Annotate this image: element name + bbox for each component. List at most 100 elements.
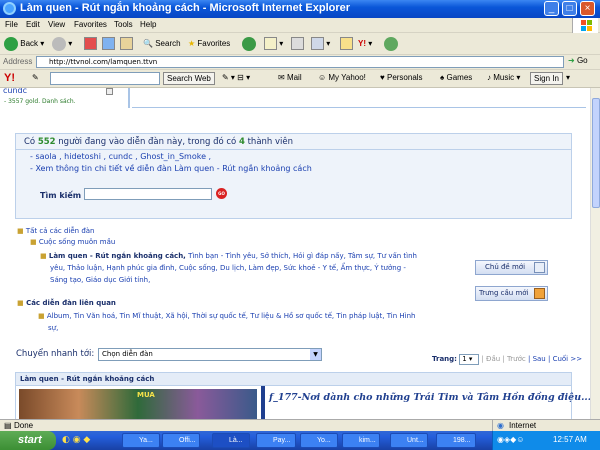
favorites-button[interactable]: ★ Favorites (188, 36, 230, 52)
menu-tools[interactable]: Tools (114, 20, 133, 29)
forward-button[interactable]: ▾ (52, 36, 72, 52)
menu-view[interactable]: View (48, 20, 65, 29)
author-name[interactable]: cundc (3, 88, 27, 95)
menu-favorites[interactable]: Favorites (74, 20, 107, 29)
print-button[interactable] (291, 36, 304, 52)
thread-title[interactable]: f_177-Nơi dành cho những Trái Tim và Tâm… (269, 392, 590, 403)
first-page: | Đầu (481, 355, 501, 363)
profile-icon[interactable] (106, 88, 113, 95)
games-link[interactable]: ♠ Games (440, 73, 472, 82)
task-yahoo[interactable]: Ya... (122, 433, 160, 448)
page-select[interactable]: 1 ▾ (459, 354, 480, 365)
zone-text: Internet (509, 421, 537, 430)
yahoo-search-input[interactable] (50, 72, 160, 85)
close-button[interactable]: × (580, 1, 595, 16)
search-label: Tìm kiếm (40, 191, 82, 200)
folder-icon: ■ (30, 238, 37, 246)
my-yahoo-link[interactable]: ☺ My Yahoo! (318, 73, 366, 82)
forum-banner-header: Làm quen - Rút ngắn khoảng cách (15, 372, 572, 386)
related-forums-list: ■ Album, Tin Văn hoá, Tin Mĩ thuật, Xã h… (38, 312, 416, 332)
pencil-icon[interactable]: ✎ (32, 73, 39, 82)
messenger-icon (384, 36, 398, 51)
back-arrow-icon (4, 36, 18, 51)
menu-file[interactable]: File (5, 20, 18, 29)
menu-edit[interactable]: Edit (26, 20, 40, 29)
new-poll-button[interactable]: Trưng cầu mới (475, 286, 548, 301)
mail-button[interactable]: ▾ (264, 36, 283, 52)
edit-icon (311, 37, 324, 51)
task-untitled[interactable]: Unt... (390, 433, 428, 448)
toolbar-options-icon[interactable]: ▾ (566, 73, 570, 82)
discuss-icon (340, 37, 353, 51)
mail-icon (264, 37, 277, 51)
title-bar: Làm quen - Rút ngắn khoảng cách - Micros… (0, 0, 600, 18)
search-button[interactable]: 🔍 Search (143, 36, 181, 52)
refresh-button[interactable] (102, 36, 115, 52)
pagination: Trang: 1 ▾ | Đầu | Trước | Sau | Cuối >> (432, 354, 583, 365)
task-198[interactable]: 198... (436, 433, 476, 448)
internet-zone-icon: ◉ (497, 421, 504, 430)
edit-button[interactable]: ▾ (311, 36, 330, 52)
folder-open-icon: ■ (40, 252, 47, 260)
forum-details-link[interactable]: - Xem thông tin chi tiết về diễn đàn Làm… (30, 164, 312, 173)
prev-page: | Trước (502, 355, 526, 363)
jump-label: Chuyển nhanh tới: (16, 349, 95, 359)
task-lamquen[interactable]: Là... (212, 433, 250, 448)
address-url: http://ttvnol.com/lamquen.ttvn (49, 58, 158, 66)
address-bar: Address http://ttvnol.com/lamquen.ttvn ➜… (0, 55, 600, 70)
history-button[interactable] (242, 36, 256, 52)
messenger-button[interactable] (384, 36, 398, 52)
task-pay[interactable]: Pay... (256, 433, 296, 448)
minimize-button[interactable]: _ (544, 1, 559, 16)
page-icon: ▤ (4, 421, 12, 430)
forward-arrow-icon (52, 36, 66, 51)
menu-help[interactable]: Help (140, 20, 156, 29)
folder-icon: ■ (17, 299, 24, 307)
window-title: Làm quen - Rút ngắn khoảng cách - Micros… (20, 2, 351, 14)
yahoo-messenger-button[interactable]: Y! ▾ (358, 36, 372, 52)
current-forum-title[interactable]: Làm quen - Rút ngắn khoảng cách, (49, 252, 186, 260)
last-page[interactable]: | Cuối >> (548, 355, 582, 363)
jump-select[interactable]: Chọn diễn đàn ▼ (98, 348, 322, 361)
quick-launch-icons[interactable]: ◐ ◉ ◆ (62, 435, 90, 445)
address-input[interactable]: http://ttvnol.com/lamquen.ttvn (36, 56, 564, 68)
yahoo-tools-icons[interactable]: ✎ ▾ ⊟ ▾ (222, 73, 250, 82)
maximize-button[interactable]: □ (562, 1, 577, 16)
discuss-button[interactable] (340, 36, 353, 52)
yahoo-mail-link[interactable]: ✉ Mail (278, 73, 302, 82)
online-members: 4 (238, 137, 245, 147)
tray-icons[interactable]: ◉◈◆☺ (497, 435, 524, 444)
status-text: Done (14, 421, 34, 430)
vertical-scrollbar[interactable] (590, 88, 600, 419)
ie-icon (3, 2, 16, 15)
star-icon: ★ (188, 39, 196, 48)
current-subforums[interactable]: Tình bạn - Tình yêu, Sở thích, Hỏi gì đá… (188, 252, 417, 260)
music-link[interactable]: ♪ Music ▾ (487, 73, 520, 82)
previous-post-body (132, 88, 586, 108)
yahoo-toolbar: Y! ✎ Search Web ✎ ▾ ⊟ ▾ ✉ Mail ☺ My Yaho… (0, 70, 600, 88)
task-office[interactable]: Offi... (162, 433, 200, 448)
online-names[interactable]: - saola , hidetoshi , cundc , Ghost_in_S… (30, 152, 211, 161)
related-forums-title[interactable]: ■ Các diễn đàn liên quan (17, 299, 116, 307)
next-page[interactable]: | Sau (528, 355, 546, 363)
search-web-button[interactable]: Search Web (163, 72, 215, 85)
back-button[interactable]: Back ▾ (4, 36, 44, 52)
sign-in-button[interactable]: Sign In (530, 72, 563, 85)
personals-link[interactable]: ♥ Personals (380, 73, 423, 82)
home-button[interactable] (120, 36, 133, 52)
task-yo[interactable]: Yo... (300, 433, 338, 448)
new-topic-button[interactable]: Chủ đề mới (475, 260, 548, 275)
stop-button[interactable] (84, 36, 97, 52)
clock[interactable]: 12:57 AM (553, 435, 587, 444)
search-go-button[interactable]: GO (216, 188, 227, 199)
yahoo-logo[interactable]: Y! (4, 72, 15, 84)
start-button[interactable]: start (0, 431, 56, 450)
life-forum-link[interactable]: ■ Cuộc sống muôn mầu (30, 238, 115, 246)
all-forums-link[interactable]: ■ Tất cả các diễn đàn (17, 227, 95, 235)
scrollbar-thumb[interactable] (592, 98, 600, 208)
new-topic-icon (534, 262, 545, 273)
stop-icon (84, 37, 97, 51)
forum-search-input[interactable] (84, 188, 212, 200)
task-kim[interactable]: kim... (342, 433, 380, 448)
go-button[interactable]: ➜ Go (568, 56, 588, 65)
